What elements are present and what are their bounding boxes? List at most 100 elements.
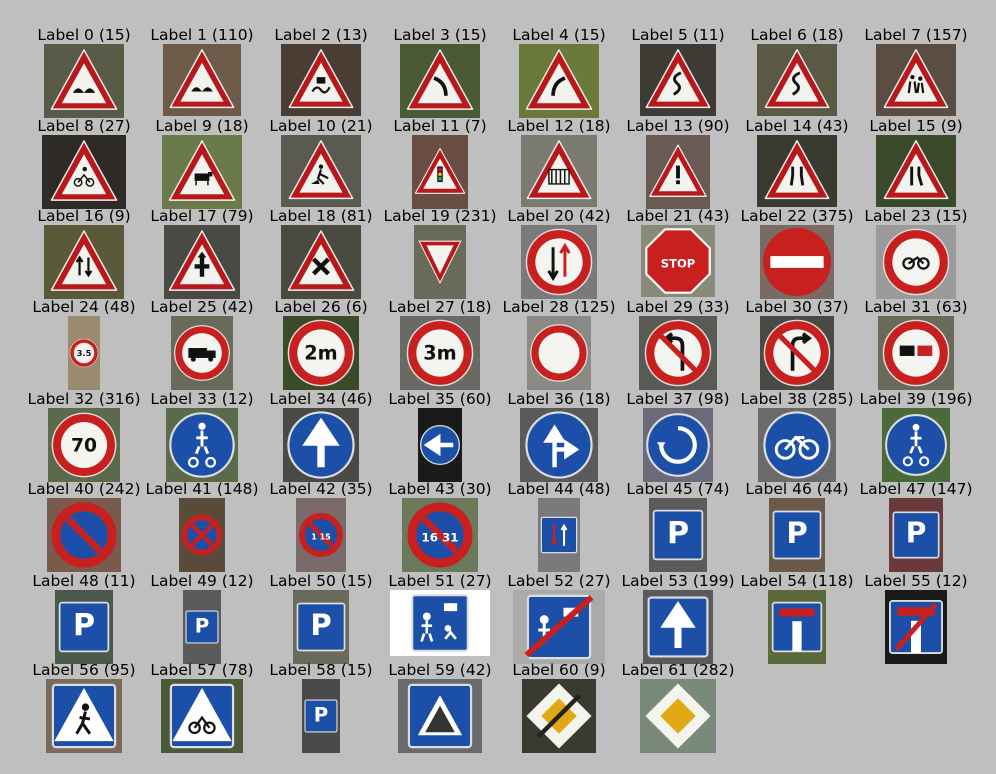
sign-cell: Label 37 (98) <box>619 390 737 482</box>
sign-text: P <box>906 517 927 550</box>
sign-thumbnail <box>281 225 361 299</box>
sign-thumbnail: P <box>55 590 113 664</box>
sign-label: Label 4 (15) <box>512 26 606 44</box>
sign-thumbnail <box>527 316 591 390</box>
sign-icon <box>883 140 949 200</box>
sign-thumbnail <box>521 225 597 299</box>
sign-cell: Label 33 (12) <box>143 390 261 482</box>
sign-cell: Label 8 (27) <box>25 117 143 209</box>
sign-label: Label 46 (44) <box>745 480 849 498</box>
sign-cell: Label 60 (9) <box>500 661 618 753</box>
sign-icon <box>526 140 592 200</box>
sign-label: Label 52 (27) <box>507 572 611 590</box>
sign-thumbnail: 2m <box>283 316 359 390</box>
sign-label: Label 30 (37) <box>745 298 849 316</box>
sign-label: Label 31 (63) <box>864 298 968 316</box>
sign-thumbnail <box>42 135 126 209</box>
sign-cell: Label 26 (6) 2m <box>262 298 380 390</box>
sign-thumbnail <box>757 135 837 207</box>
sign-cell: Label 57 (78) <box>143 661 261 753</box>
sign-icon <box>526 683 592 749</box>
sign-label: Label 43 (30) <box>388 480 492 498</box>
sign-thumbnail: P <box>769 498 825 572</box>
sign-label: Label 39 (196) <box>859 390 973 408</box>
sign-cell: Label 43 (30) 16 31 <box>381 480 499 572</box>
sign-thumbnail <box>520 408 598 482</box>
sign-cell: Label 15 (9) <box>857 117 975 207</box>
sign-label: Label 5 (11) <box>631 26 725 44</box>
sign-text: 3m <box>423 342 456 365</box>
sign-icon: P <box>304 699 338 733</box>
sign-thumbnail: P <box>649 498 707 572</box>
sign-cell: Label 50 (15) P <box>262 572 380 664</box>
sign-cell: Label 44 (48) <box>500 480 618 572</box>
sign-icon <box>646 413 710 477</box>
sign-thumbnail <box>412 135 468 209</box>
sign-text: P <box>314 703 328 726</box>
sign-label: Label 49 (12) <box>150 572 254 590</box>
sign-label: Label 41 (148) <box>145 480 259 498</box>
sign-label: Label 58 (15) <box>269 661 373 679</box>
sign-label: Label 23 (15) <box>864 207 968 225</box>
sign-text: 2m <box>304 342 337 365</box>
sign-cell: Label 35 (60) <box>381 390 499 482</box>
sign-cell: Label 40 (242) <box>25 480 143 572</box>
sign-icon <box>418 240 462 284</box>
sign-thumbnail <box>876 225 956 299</box>
sign-label: Label 28 (125) <box>502 298 616 316</box>
sign-cell: Label 34 (46) <box>262 390 380 482</box>
sign-cell: Label 31 (63) <box>857 298 975 390</box>
sign-thumbnail <box>163 44 241 116</box>
sign-cell: Label 30 (37) <box>738 298 856 390</box>
sign-label: Label 50 (15) <box>269 572 373 590</box>
sign-cell: Label 52 (27) <box>500 572 618 664</box>
sign-cell: Label 49 (12) P <box>143 572 261 664</box>
sign-thumbnail: P <box>293 590 349 664</box>
sign-icon <box>764 140 830 200</box>
sign-cell: Label 7 (157) <box>857 26 975 116</box>
sign-thumbnail: 1 15 <box>296 498 346 572</box>
sign-icon: P <box>185 610 219 644</box>
sign-icon <box>407 683 473 749</box>
sign-icon <box>771 601 823 653</box>
sign-label: Label 17 (79) <box>150 207 254 225</box>
sign-label: Label 15 (9) <box>869 117 963 135</box>
sign-thumbnail <box>876 44 956 116</box>
sign-icon <box>168 230 236 291</box>
sign-icon <box>525 49 593 110</box>
sign-icon <box>644 319 712 387</box>
sign-cell: Label 18 (81) <box>262 207 380 299</box>
sign-icon <box>414 147 466 194</box>
sign-thumbnail <box>161 679 243 753</box>
sign-text: P <box>667 516 689 551</box>
sign-label: Label 18 (81) <box>269 207 373 225</box>
sign-icon <box>540 516 578 554</box>
sign-icon: 3m <box>406 319 474 387</box>
sign-icon <box>530 324 588 382</box>
sign-label: Label 13 (90) <box>626 117 730 135</box>
sign-thumbnail <box>44 225 124 299</box>
sign-thumbnail <box>398 679 482 753</box>
sign-thumbnail <box>522 679 596 753</box>
sign-thumbnail <box>162 135 242 209</box>
sign-label: Label 22 (375) <box>740 207 854 225</box>
sign-thumbnail <box>400 44 480 118</box>
sign-cell: Label 55 (12) <box>857 572 975 664</box>
sign-thumbnail <box>414 225 466 299</box>
sign-cell: Label 20 (42) <box>500 207 618 299</box>
sign-icon: 16 31 <box>407 502 473 568</box>
sign-label: Label 59 (42) <box>388 661 492 679</box>
sign-cell: Label 12 (18) <box>500 117 618 207</box>
sign-thumbnail <box>640 679 716 753</box>
sign-icon <box>406 49 474 110</box>
sign-icon: P <box>58 601 110 653</box>
sign-label: Label 2 (13) <box>274 26 368 44</box>
sign-thumbnail <box>281 135 361 207</box>
sign-icon <box>168 140 236 201</box>
sign-label: Label 19 (231) <box>383 207 497 225</box>
sign-label: Label 35 (60) <box>388 390 492 408</box>
sign-thumbnail <box>390 590 490 656</box>
sign-thumbnail <box>646 135 710 209</box>
sign-icon <box>288 140 354 200</box>
sign-cell: Label 56 (95) <box>25 661 143 753</box>
